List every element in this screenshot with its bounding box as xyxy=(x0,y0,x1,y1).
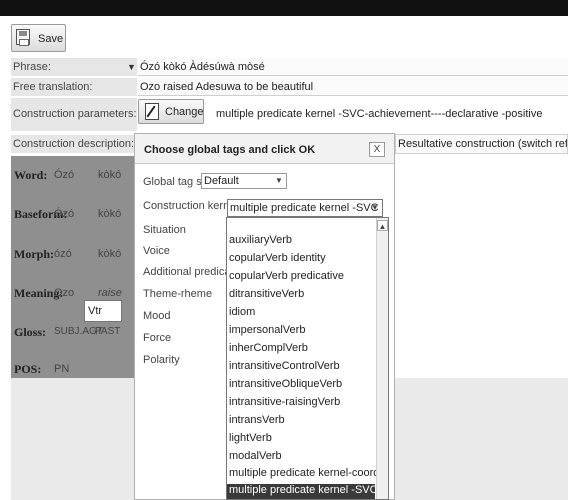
kernel-select[interactable]: multiple predicate kernel -SVC ▼ xyxy=(227,199,383,217)
gloss-grid: Word: Ózó kòkó Baseform: Ózó kòkó Morph:… xyxy=(11,156,137,378)
field-force: Force xyxy=(143,332,172,344)
free-translation-value[interactable]: Ozo raised Adesuwa to be beautiful xyxy=(138,78,568,96)
list-item[interactable]: impersonalVerb xyxy=(229,324,305,340)
construction-parameters-label: Construction parameters: xyxy=(11,98,137,131)
list-item[interactable]: intransitiveObliqueVerb xyxy=(229,378,342,394)
construction-description-value[interactable]: Resultative construction (switch referen… xyxy=(395,134,568,154)
kernel-dropdown-list[interactable]: auxiliaryVerb copularVerb identity copul… xyxy=(226,217,389,500)
tagset-value: Default xyxy=(204,175,239,187)
list-item[interactable]: ditransitiveVerb xyxy=(229,288,304,304)
grid-cell[interactable]: kòkó xyxy=(98,169,121,181)
save-button[interactable]: Save xyxy=(11,24,66,52)
grid-header-gloss: Gloss: xyxy=(14,325,47,339)
change-label: Change xyxy=(165,106,204,118)
list-item[interactable]: intransitive-raisingVerb xyxy=(229,396,340,412)
field-voice: Voice xyxy=(143,245,170,257)
pencil-icon xyxy=(145,103,159,120)
field-polarity: Polarity xyxy=(143,354,180,366)
list-item[interactable]: intransVerb xyxy=(229,414,285,430)
save-label: Save xyxy=(38,33,64,45)
chevron-down-icon: ▼ xyxy=(275,176,283,185)
list-item[interactable]: inherComplVerb xyxy=(229,342,308,358)
dropdown-scrollbar[interactable]: ▲ xyxy=(376,218,388,499)
grid-cell[interactable]: raise xyxy=(98,287,122,299)
list-item-selected[interactable]: multiple predicate kernel -SVC xyxy=(227,484,378,499)
grid-cell[interactable]: kòkó xyxy=(98,248,121,260)
list-item[interactable]: copularVerb identity xyxy=(229,252,326,268)
chevron-down-icon: ▼ xyxy=(371,203,379,212)
phrase-row: Phrase: ▼ Ózó kòkó Àdésúwà mòsé xyxy=(11,57,568,76)
tagset-select[interactable]: Default ▼ xyxy=(201,173,287,189)
grid-cell[interactable]: Ózó xyxy=(54,208,74,220)
grid-cell[interactable]: Ózó xyxy=(54,169,74,181)
free-translation-label: Free translation: xyxy=(11,78,137,96)
scroll-up-icon[interactable]: ▲ xyxy=(377,220,388,231)
kernel-label: Construction kernel xyxy=(143,200,238,212)
free-translation-row: Free translation: Ozo raised Adesuwa to … xyxy=(11,77,568,96)
field-theme-rheme: Theme-rheme xyxy=(143,288,213,300)
kernel-value: multiple predicate kernel -SVC xyxy=(230,202,379,214)
dialog-titlebar: Choose global tags and click OK X xyxy=(135,134,394,164)
list-item[interactable]: multiple predicate kernel-coordination xyxy=(229,467,388,483)
grid-header-word: Word: xyxy=(14,168,48,182)
grid-cell[interactable]: Ozo xyxy=(54,287,74,299)
construction-parameters-value: multiple predicate kernel -SVC-achieveme… xyxy=(216,108,543,120)
grid-cell[interactable]: kòkó xyxy=(98,208,121,220)
phrase-dropdown-arrow-icon[interactable]: ▼ xyxy=(127,62,136,72)
top-bar xyxy=(0,0,568,16)
construction-parameters-row: Construction parameters: Change multiple… xyxy=(11,97,568,131)
field-situation: Situation xyxy=(143,224,186,236)
grid-cell[interactable]: PAST xyxy=(95,326,120,337)
list-item[interactable]: lightVerb xyxy=(229,432,272,448)
phrase-label: Phrase: xyxy=(11,58,137,76)
grid-header-morph: Morph: xyxy=(14,247,54,261)
construction-description-label: Construction description: xyxy=(11,135,137,153)
field-mood: Mood xyxy=(143,310,171,322)
pos-input[interactable]: Vtr xyxy=(84,300,122,322)
list-item[interactable]: copularVerb predicative xyxy=(229,270,344,286)
dialog-title: Choose global tags and click OK xyxy=(144,144,316,156)
grid-header-pos: POS: xyxy=(14,362,42,376)
list-item[interactable]: intransitiveControlVerb xyxy=(229,360,340,376)
change-button[interactable]: Change xyxy=(138,99,204,124)
list-item[interactable]: auxiliaryVerb xyxy=(229,234,292,250)
grid-cell[interactable]: PN xyxy=(54,363,69,375)
close-button[interactable]: X xyxy=(369,142,385,157)
phrase-value[interactable]: Ózó kòkó Àdésúwà mòsé xyxy=(138,58,568,76)
floppy-disk-icon xyxy=(16,29,30,46)
list-item[interactable]: idiom xyxy=(229,306,255,322)
grid-cell[interactable]: ózó xyxy=(54,248,72,260)
list-item[interactable]: modalVerb xyxy=(229,450,282,466)
